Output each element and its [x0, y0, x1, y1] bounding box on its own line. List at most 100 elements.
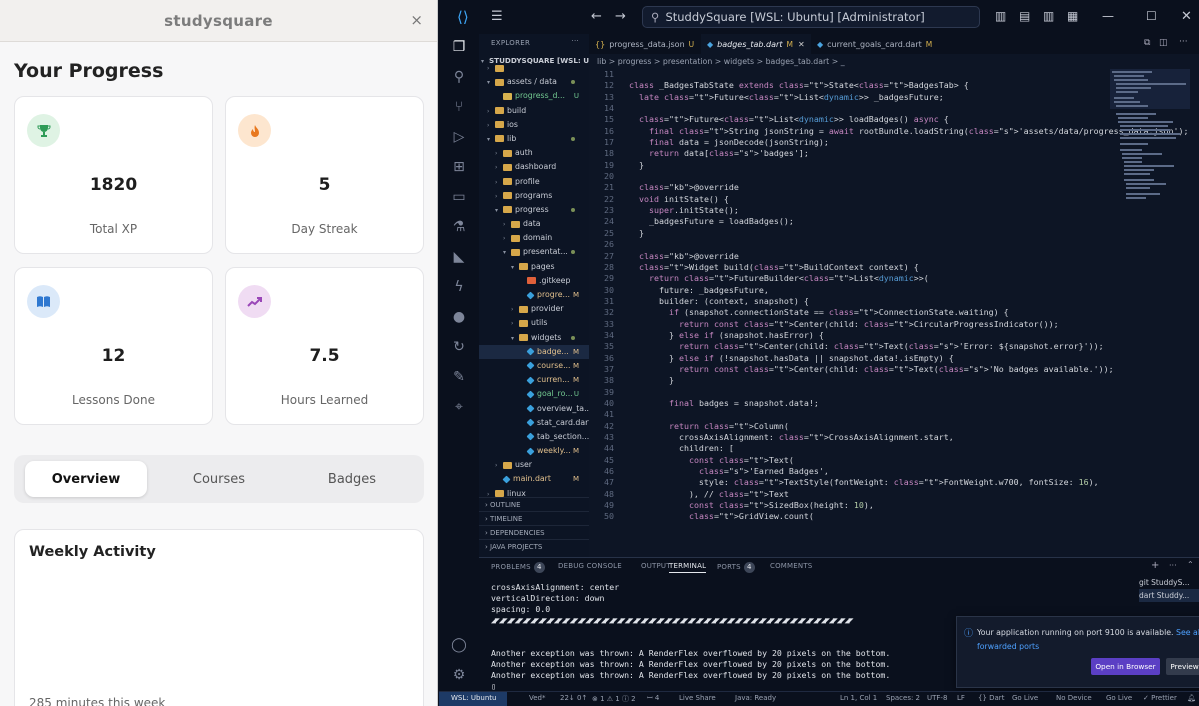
- account-icon[interactable]: ◯: [450, 636, 468, 654]
- panel-tab-problems[interactable]: PROBLEMS 4: [491, 562, 545, 573]
- tree-item[interactable]: › ios: [479, 118, 589, 132]
- tree-item[interactable]: .gitkeep: [479, 274, 589, 288]
- code-line[interactable]: 21 class="kb">@override: [589, 182, 1199, 193]
- testing-icon[interactable]: ⚗: [450, 218, 468, 236]
- tree-item[interactable]: progress_d... U: [479, 89, 589, 103]
- cursor-position[interactable]: Ln 1, Col 1: [840, 694, 877, 702]
- breadcrumb[interactable]: lib > progress > presentation > widgets …: [589, 54, 1199, 69]
- editor-tab-current-goals[interactable]: ◆ current_goals_card.dart M: [811, 34, 941, 54]
- tree-item[interactable]: ▾ pages: [479, 260, 589, 274]
- tree-item[interactable]: ▾ lib: [479, 132, 589, 146]
- code-lines[interactable]: 11 12 class _BadgesTabState extends class=…: [589, 69, 1199, 523]
- compare-icon[interactable]: ⧉: [1144, 38, 1150, 48]
- tree-item[interactable]: curren... M: [479, 373, 589, 387]
- section-outline[interactable]: › OUTLINE: [479, 497, 589, 511]
- code-line[interactable]: 16 final class="t">String jsonString = a…: [589, 126, 1199, 137]
- close-icon[interactable]: ×: [410, 11, 423, 29]
- code-line[interactable]: 15 class="t">Future<class="t">List<dynam…: [589, 114, 1199, 125]
- back-arrow-icon[interactable]: ←: [591, 9, 602, 24]
- tab-badges[interactable]: Badges: [291, 461, 413, 497]
- problems-indicator[interactable]: ⊗ 1 ⚠ 1 ⓘ 2: [592, 694, 636, 704]
- code-line[interactable]: 14: [589, 103, 1199, 114]
- menu-icon[interactable]: ☰: [491, 9, 503, 24]
- tree-item[interactable]: main.dart M: [479, 472, 589, 486]
- preview-in-editor-button[interactable]: Preview in Editor: [1166, 658, 1199, 675]
- code-line[interactable]: 33 return const class="t">Center(child: …: [589, 319, 1199, 330]
- terminal-dart[interactable]: dart Studdy...: [1139, 589, 1199, 602]
- tree-item[interactable]: ▾ assets / data: [479, 75, 589, 89]
- tree-item[interactable]: › utils: [479, 316, 589, 330]
- code-line[interactable]: 30 future: _badgesFuture,: [589, 285, 1199, 296]
- panel-tab-comments[interactable]: COMMENTS: [770, 562, 812, 570]
- ports-indicator[interactable]: ꟷ 4: [647, 694, 659, 703]
- tree-item[interactable]: tab_section...: [479, 430, 589, 444]
- notifications-bell-icon[interactable]: 🔔︎: [1187, 694, 1196, 702]
- code-line[interactable]: 27 class="kb">@override: [589, 251, 1199, 262]
- tree-item[interactable]: › domain: [479, 231, 589, 245]
- scan-icon[interactable]: ⌖: [450, 398, 468, 416]
- window-close-icon[interactable]: ✕: [1181, 9, 1192, 24]
- code-line[interactable]: 41: [589, 409, 1199, 420]
- forward-arrow-icon[interactable]: →: [615, 9, 626, 24]
- panel-more-icon[interactable]: ···: [1169, 561, 1177, 570]
- code-line[interactable]: 36 } else if (!snapshot.hasData || snaps…: [589, 353, 1199, 364]
- maximize-icon[interactable]: ☐: [1146, 9, 1157, 23]
- command-center-search[interactable]: ⚲ StuddySquare [WSL: Ubuntu] [Administra…: [642, 6, 980, 28]
- tab-overview[interactable]: Overview: [25, 461, 147, 497]
- code-line[interactable]: 12 class _BadgesTabState extends class="t…: [589, 80, 1199, 91]
- code-line[interactable]: 11: [589, 69, 1199, 80]
- code-line[interactable]: 48 ), // class="t">Text: [589, 489, 1199, 500]
- more-actions-icon[interactable]: ···: [571, 37, 579, 45]
- code-line[interactable]: 32 if (snapshot.connectionState == class…: [589, 307, 1199, 318]
- toggle-sidebar-icon[interactable]: ▥: [995, 9, 1006, 23]
- extensions-icon[interactable]: ⊞: [450, 158, 468, 176]
- panel-maximize-icon[interactable]: ⌃: [1187, 560, 1194, 569]
- device-selector[interactable]: No Device: [1056, 694, 1092, 702]
- section-java-projects[interactable]: › JAVA PROJECTS: [479, 539, 589, 553]
- tree-item[interactable]: badge... M: [479, 344, 589, 359]
- code-line[interactable]: 37 return const class="t">Center(child: …: [589, 364, 1199, 375]
- code-line[interactable]: 25 }: [589, 228, 1199, 239]
- source-control-icon[interactable]: ⑂: [450, 98, 468, 116]
- tab-close-icon[interactable]: ✕: [798, 40, 805, 49]
- toggle-secondary-sidebar-icon[interactable]: ▥: [1043, 9, 1054, 23]
- code-line[interactable]: 13 late class="t">Future<class="t">List<…: [589, 92, 1199, 103]
- tree-item[interactable]: ▾ presentat...: [479, 245, 589, 259]
- code-line[interactable]: 17 final data = jsonDecode(jsonString);: [589, 137, 1199, 148]
- section-dependencies[interactable]: › DEPENDENCIES: [479, 525, 589, 539]
- edit-icon[interactable]: ✎: [450, 368, 468, 386]
- explorer-icon[interactable]: ❐: [450, 38, 468, 56]
- section-timeline[interactable]: › TIMELINE: [479, 511, 589, 525]
- live-share-icon[interactable]: ↻: [450, 338, 468, 356]
- editor-tab-progress-data[interactable]: {} progress_data.json U: [589, 34, 701, 54]
- branch-indicator[interactable]: Ved*: [529, 694, 546, 702]
- code-line[interactable]: 39: [589, 387, 1199, 398]
- java-status[interactable]: Java: Ready: [735, 694, 776, 702]
- terminal-git[interactable]: git StuddyS...: [1139, 576, 1199, 589]
- code-line[interactable]: 40 final badges = snapshot.data!;: [589, 398, 1199, 409]
- panel-tab-debug-console[interactable]: DEBUG CONSOLE: [558, 562, 622, 570]
- tree-item[interactable]: ▾ widgets: [479, 331, 589, 345]
- live-share-button[interactable]: Live Share: [679, 694, 716, 702]
- tree-item[interactable]: › data: [479, 217, 589, 231]
- code-line[interactable]: 49 const class="t">SizedBox(height: 10),: [589, 500, 1199, 511]
- tree-item[interactable]: › user: [479, 458, 589, 472]
- minimize-icon[interactable]: —: [1102, 9, 1114, 23]
- encoding[interactable]: UTF-8: [927, 694, 947, 702]
- toggle-panel-icon[interactable]: ▤: [1019, 9, 1030, 23]
- code-line[interactable]: 46 class="s">'Earned Badges',: [589, 466, 1199, 477]
- search-icon[interactable]: ⚲: [450, 68, 468, 86]
- minimap[interactable]: [1110, 69, 1190, 209]
- code-line[interactable]: 50 class="t">GridView.count(: [589, 511, 1199, 522]
- tree-item[interactable]: › auth: [479, 146, 589, 160]
- tree-item[interactable]: ›: [479, 61, 589, 75]
- tree-item[interactable]: › profile: [479, 175, 589, 189]
- code-line[interactable]: 23 super.initState();: [589, 205, 1199, 216]
- manage-gear-icon[interactable]: ⚙: [450, 666, 468, 684]
- split-editor-icon[interactable]: ◫: [1159, 38, 1168, 48]
- code-line[interactable]: 38 }: [589, 375, 1199, 386]
- tree-item[interactable]: ▾ progress: [479, 203, 589, 217]
- code-line[interactable]: 34 } else if (snapshot.hasError) {: [589, 330, 1199, 341]
- panel-tab-terminal[interactable]: TERMINAL: [669, 562, 707, 573]
- code-line[interactable]: 29 return class="t">FutureBuilder<class=…: [589, 273, 1199, 284]
